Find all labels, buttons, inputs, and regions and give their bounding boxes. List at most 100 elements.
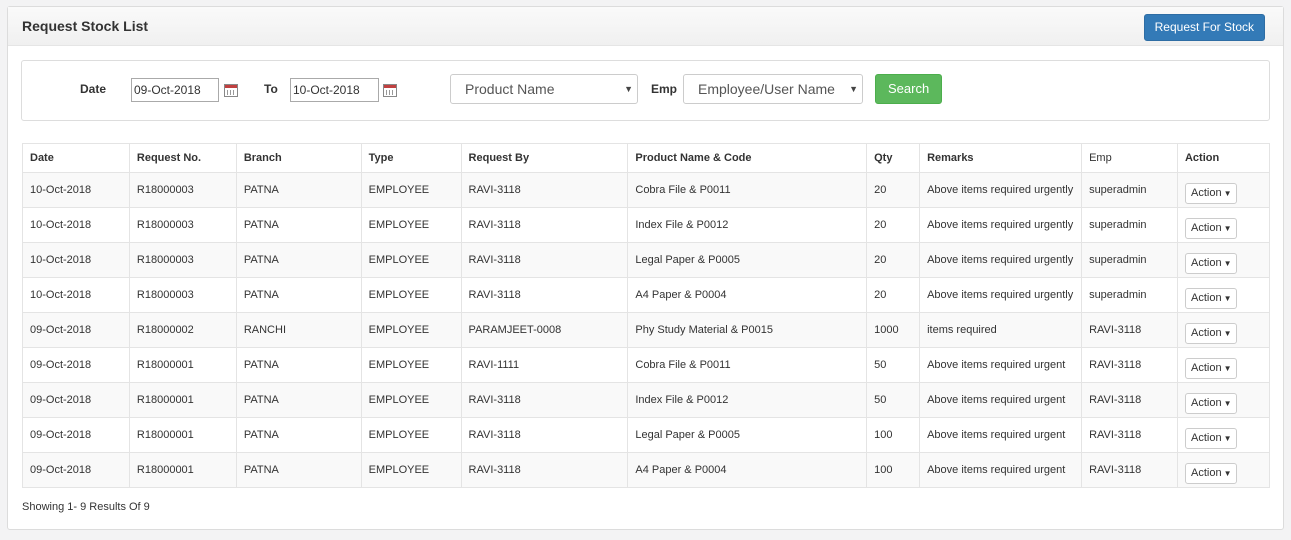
table-cell: PATNA <box>235 277 362 313</box>
table-cell: Above items required urgent <box>919 417 1083 453</box>
search-button[interactable]: Search <box>875 74 943 104</box>
table-body: 10-Oct-2018 R18000003 PATNA EMPLOYEE RAVI-31… <box>22 172 1271 488</box>
table-cell: R18000001 <box>128 347 237 383</box>
action-label: Action <box>1190 431 1222 444</box>
table-cell: Legal Paper & P0005 <box>627 417 868 453</box>
table-cell: 1000 <box>866 312 921 348</box>
page-title: Request Stock List <box>22 18 149 34</box>
table-cell: Legal Paper & P0005 <box>627 242 868 278</box>
caret-down-icon: ▼ <box>1223 468 1232 478</box>
table-cell: 10-Oct-2018 <box>22 172 130 208</box>
table-cell: PATNA <box>235 382 362 418</box>
table-cell: RAVI-1111 <box>460 347 629 383</box>
table-cell: RAVI-3118 <box>460 277 629 313</box>
filter-bar: Date To Product Name ▼ Emp Employee/User… <box>21 60 1270 121</box>
caret-down-icon: ▼ <box>1223 188 1232 198</box>
table-cell: RAVI-3118 <box>1081 452 1178 488</box>
table-cell: EMPLOYEE <box>360 277 462 313</box>
table-cell: Action ▼ <box>1176 417 1271 453</box>
action-label: Action <box>1190 361 1222 374</box>
table-row: 10-Oct-2018 R18000003 PATNA EMPLOYEE RAVI-31… <box>22 172 1271 208</box>
table-cell: EMPLOYEE <box>360 382 462 418</box>
table-cell: RANCHI <box>235 312 362 348</box>
table-cell: 10-Oct-2018 <box>22 242 130 278</box>
table-cell: RAVI-3118 <box>460 417 629 453</box>
action-label: Action <box>1190 291 1222 304</box>
table-cell: A4 Paper & P0004 <box>627 452 868 488</box>
action-label: Action <box>1190 326 1222 339</box>
table-cell: R18000001 <box>128 382 237 418</box>
request-for-stock-button[interactable]: Request For Stock <box>1143 14 1265 41</box>
action-dropdown-button[interactable]: Action ▼ <box>1184 357 1238 379</box>
table-cell: A4 Paper & P0004 <box>627 277 868 313</box>
action-dropdown-button[interactable]: Action ▼ <box>1184 252 1238 274</box>
table-cell: Cobra File & P0011 <box>627 172 868 208</box>
caret-down-icon: ▼ <box>1223 433 1232 443</box>
action-dropdown-button[interactable]: Action ▼ <box>1184 182 1238 204</box>
table-header-row: Date Request No. Branch Type Request By … <box>22 143 1271 173</box>
table-cell: EMPLOYEE <box>360 312 462 348</box>
table-row: 10-Oct-2018 R18000003 PATNA EMPLOYEE RAVI-31… <box>22 277 1271 313</box>
caret-down-icon: ▼ <box>1223 293 1232 303</box>
column-header-request-by: Request By <box>460 143 629 173</box>
table-cell: R18000002 <box>128 312 237 348</box>
table-row: 10-Oct-2018 R18000003 PATNA EMPLOYEE RAVI-31… <box>22 207 1271 243</box>
table-cell: PATNA <box>235 452 362 488</box>
product-name-select-value: Product Name <box>465 81 555 97</box>
to-label: To <box>264 82 278 96</box>
product-name-select[interactable]: Product Name ▼ <box>450 74 638 104</box>
table-cell: EMPLOYEE <box>360 452 462 488</box>
table-cell: R18000003 <box>128 277 237 313</box>
table-cell: 100 <box>866 452 921 488</box>
table-cell: RAVI-3118 <box>1081 382 1178 418</box>
table-cell: RAVI-3118 <box>460 452 629 488</box>
request-stock-panel: Request Stock List Request For Stock Dat… <box>7 6 1284 530</box>
results-count: Showing 1- 9 Results Of 9 <box>22 501 150 513</box>
table-cell: Above items required urgent <box>919 382 1083 418</box>
table-cell: PARAMJEET-0008 <box>460 312 629 348</box>
column-header-request-no: Request No. <box>128 143 237 173</box>
table-cell: R18000001 <box>128 417 237 453</box>
table-row: 09-Oct-2018 R18000001 PATNA EMPLOYEE RAVI-31… <box>22 382 1271 418</box>
table-cell: 10-Oct-2018 <box>22 277 130 313</box>
table-cell: Above items required urgent <box>919 452 1083 488</box>
action-dropdown-button[interactable]: Action ▼ <box>1184 322 1238 344</box>
action-dropdown-button[interactable]: Action ▼ <box>1184 392 1238 414</box>
column-header-branch: Branch <box>235 143 362 173</box>
action-label: Action <box>1190 396 1222 409</box>
employee-select[interactable]: Employee/User Name ▼ <box>683 74 863 104</box>
date-to-input[interactable] <box>290 78 379 102</box>
action-dropdown-button[interactable]: Action ▼ <box>1184 217 1238 239</box>
column-header-qty: Qty <box>866 143 921 173</box>
table-cell: Action ▼ <box>1176 207 1271 243</box>
date-from-input[interactable] <box>131 78 219 102</box>
table-row: 09-Oct-2018 R18000001 PATNA EMPLOYEE RAVI-31… <box>22 452 1271 488</box>
calendar-icon[interactable] <box>224 84 238 97</box>
column-header-type: Type <box>360 143 462 173</box>
table-cell: PATNA <box>235 347 362 383</box>
table-cell: superadmin <box>1081 277 1178 313</box>
table-cell: PATNA <box>235 207 362 243</box>
action-dropdown-button[interactable]: Action ▼ <box>1184 287 1238 309</box>
table-cell: PATNA <box>235 417 362 453</box>
table-cell: superadmin <box>1081 242 1178 278</box>
caret-down-icon: ▼ <box>1223 328 1232 338</box>
table-cell: Index File & P0012 <box>627 207 868 243</box>
action-dropdown-button[interactable]: Action ▼ <box>1184 462 1238 484</box>
caret-down-icon: ▼ <box>1223 398 1232 408</box>
table-cell: R18000001 <box>128 452 237 488</box>
table-cell: PATNA <box>235 242 362 278</box>
table-cell: 20 <box>866 277 921 313</box>
table-cell: EMPLOYEE <box>360 417 462 453</box>
action-label: Action <box>1190 256 1222 269</box>
caret-down-icon: ▼ <box>624 84 633 94</box>
table-cell: Index File & P0012 <box>627 382 868 418</box>
calendar-icon[interactable] <box>383 84 397 97</box>
table-cell: 20 <box>866 207 921 243</box>
table-cell: Action ▼ <box>1176 172 1271 208</box>
table-cell: 09-Oct-2018 <box>22 312 130 348</box>
action-dropdown-button[interactable]: Action ▼ <box>1184 427 1238 449</box>
table-cell: RAVI-3118 <box>1081 312 1178 348</box>
action-label: Action <box>1190 221 1222 234</box>
table-cell: 09-Oct-2018 <box>22 417 130 453</box>
